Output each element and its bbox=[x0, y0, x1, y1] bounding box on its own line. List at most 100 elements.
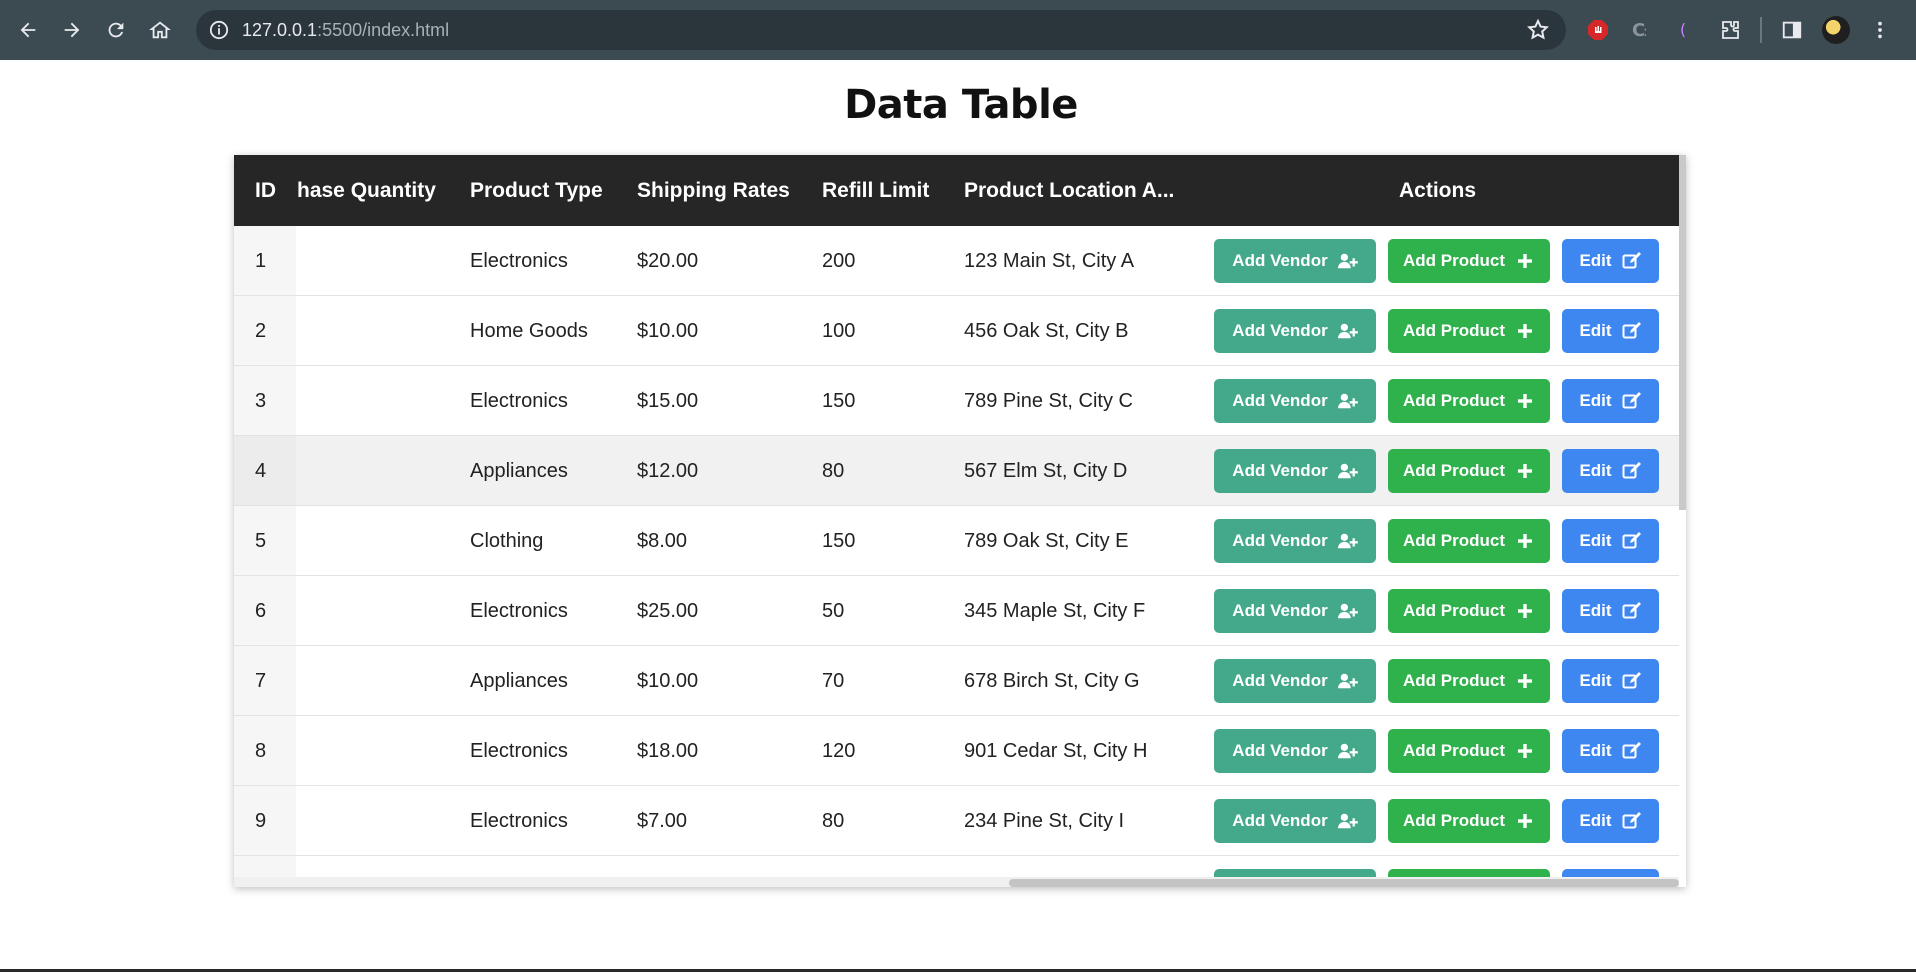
add-product-button[interactable]: Add Product bbox=[1388, 519, 1550, 563]
edit-icon bbox=[1622, 462, 1641, 479]
cell-refill-limit: 150 bbox=[822, 530, 856, 552]
add-vendor-label: Add Vendor bbox=[1232, 741, 1328, 760]
plus-icon bbox=[1518, 254, 1532, 268]
column-header-product-type[interactable]: Product Type bbox=[470, 155, 603, 226]
edit-label: Edit bbox=[1579, 391, 1612, 410]
add-vendor-button[interactable]: Add Vendor bbox=[1214, 799, 1376, 843]
column-header-refill-limit[interactable]: Refill Limit bbox=[822, 155, 929, 226]
user-plus-icon bbox=[1337, 393, 1358, 409]
table-row: 1 Electronics $20.00 200 123 Main St, City A… bbox=[234, 226, 1679, 296]
add-vendor-button[interactable]: Add Vendor bbox=[1214, 729, 1376, 773]
edit-button[interactable]: Edit bbox=[1562, 729, 1659, 773]
add-vendor-button[interactable]: Add Vendor bbox=[1214, 449, 1376, 493]
add-product-button[interactable]: Add Product bbox=[1388, 449, 1550, 493]
edit-button[interactable]: Edit bbox=[1562, 659, 1659, 703]
add-product-button[interactable]: Add Product bbox=[1388, 239, 1550, 283]
cell-shipping-rate: $12.00 bbox=[637, 460, 699, 482]
adblock-extension-icon[interactable] bbox=[1580, 12, 1616, 48]
cell-product-location: 789 Oak St, City E bbox=[964, 530, 1129, 552]
add-product-label: Add Product bbox=[1403, 461, 1505, 480]
edit-button[interactable]: Edit bbox=[1562, 519, 1659, 563]
add-vendor-button[interactable]: Add Vendor bbox=[1214, 589, 1376, 633]
column-header-product-location[interactable]: Product Location A... bbox=[964, 155, 1174, 226]
edit-button[interactable]: Edit bbox=[1562, 309, 1659, 353]
back-button[interactable] bbox=[6, 8, 50, 52]
cell-shipping-rate: $25.00 bbox=[637, 600, 699, 622]
extensions-area: C: ( ) bbox=[1580, 0, 1898, 60]
add-vendor-label: Add Vendor bbox=[1232, 531, 1328, 550]
cell-shipping-rate: $15.00 bbox=[637, 390, 699, 412]
cell-shipping-rate: $18.00 bbox=[637, 740, 699, 762]
bracket-extension-icon[interactable]: ( ) bbox=[1668, 12, 1704, 48]
add-vendor-button[interactable]: Add Vendor bbox=[1214, 659, 1376, 703]
site-info-icon[interactable] bbox=[208, 19, 230, 41]
cell-id: 2 bbox=[255, 320, 267, 342]
plus-icon bbox=[1518, 604, 1532, 618]
profile-avatar[interactable] bbox=[1818, 12, 1854, 48]
plus-icon bbox=[1518, 324, 1532, 338]
add-product-button[interactable]: Add Product bbox=[1388, 379, 1550, 423]
cell-id: 1 bbox=[255, 250, 267, 272]
cell-product-location: 901 Cedar St, City H bbox=[964, 740, 1148, 762]
bookmark-star-icon[interactable] bbox=[1526, 18, 1550, 42]
edit-button[interactable]: Edit bbox=[1562, 239, 1659, 283]
edit-icon bbox=[1622, 532, 1641, 549]
add-vendor-label: Add Vendor bbox=[1232, 391, 1328, 410]
reload-button[interactable] bbox=[94, 8, 138, 52]
cell-id: 3 bbox=[255, 390, 267, 412]
edit-button[interactable]: Edit bbox=[1562, 449, 1659, 493]
table-row: 8 Electronics $18.00 120 901 Cedar St, City … bbox=[234, 716, 1679, 786]
user-plus-icon bbox=[1337, 253, 1358, 269]
add-vendor-button[interactable]: Add Vendor bbox=[1214, 239, 1376, 283]
horizontal-scrollbar-thumb[interactable] bbox=[1009, 879, 1679, 887]
edit-label: Edit bbox=[1579, 601, 1612, 620]
add-vendor-button[interactable]: Add Vendor bbox=[1214, 519, 1376, 563]
edit-label: Edit bbox=[1579, 671, 1612, 690]
cell-product-location: 456 Oak St, City B bbox=[964, 320, 1129, 342]
user-plus-icon bbox=[1337, 743, 1358, 759]
cell-product-location: 234 Pine St, City I bbox=[964, 810, 1125, 832]
table-row: 6 Electronics $25.00 50 345 Maple St, City F… bbox=[234, 576, 1679, 646]
edit-icon bbox=[1622, 322, 1641, 339]
edit-label: Edit bbox=[1579, 741, 1612, 760]
svg-text::: : bbox=[1643, 24, 1648, 40]
cell-product-type: Electronics bbox=[470, 810, 568, 832]
add-vendor-button[interactable]: Add Vendor bbox=[1214, 379, 1376, 423]
add-vendor-label: Add Vendor bbox=[1232, 251, 1328, 270]
column-header-shipping-rates[interactable]: Shipping Rates bbox=[637, 155, 790, 226]
address-bar[interactable]: 127.0.0.1:5500/index.html bbox=[196, 10, 1566, 50]
add-product-button[interactable]: Add Product bbox=[1388, 309, 1550, 353]
cell-id: 9 bbox=[255, 810, 267, 832]
add-product-label: Add Product bbox=[1403, 601, 1505, 620]
user-plus-icon bbox=[1337, 813, 1358, 829]
add-product-label: Add Product bbox=[1403, 811, 1505, 830]
svg-text:( ): ( ) bbox=[1678, 20, 1698, 39]
forward-button[interactable] bbox=[50, 8, 94, 52]
edit-button[interactable]: Edit bbox=[1562, 799, 1659, 843]
add-product-button[interactable]: Add Product bbox=[1388, 799, 1550, 843]
add-product-button[interactable]: Add Product bbox=[1388, 589, 1550, 633]
edit-button[interactable]: Edit bbox=[1562, 589, 1659, 633]
side-panel-icon[interactable] bbox=[1774, 12, 1810, 48]
table-row: 9 Electronics $7.00 80 234 Pine St, City I Ad… bbox=[234, 786, 1679, 856]
cell-shipping-rate: $10.00 bbox=[637, 670, 699, 692]
cell-refill-limit: 200 bbox=[822, 250, 856, 272]
cell-product-location: 567 Elm St, City D bbox=[964, 460, 1128, 482]
column-header-id[interactable]: ID bbox=[255, 155, 276, 226]
browser-toolbar: 127.0.0.1:5500/index.html C: ( ) bbox=[0, 0, 1916, 60]
table-row: 2 Home Goods $10.00 100 456 Oak St, City B Ad… bbox=[234, 296, 1679, 366]
add-product-button[interactable]: Add Product bbox=[1388, 659, 1550, 703]
cell-product-type: Clothing bbox=[470, 530, 544, 552]
edit-label: Edit bbox=[1579, 321, 1612, 340]
home-button[interactable] bbox=[138, 8, 182, 52]
puzzle-extensions-icon[interactable] bbox=[1712, 12, 1748, 48]
add-product-button[interactable]: Add Product bbox=[1388, 729, 1550, 773]
vertical-scrollbar[interactable] bbox=[1679, 155, 1686, 510]
add-vendor-button[interactable]: Add Vendor bbox=[1214, 309, 1376, 353]
menu-kebab-icon[interactable] bbox=[1862, 12, 1898, 48]
cell-id: 4 bbox=[255, 460, 267, 482]
code-extension-icon[interactable]: C: bbox=[1624, 12, 1660, 48]
edit-button[interactable]: Edit bbox=[1562, 379, 1659, 423]
column-header-purchase-quantity[interactable]: hase Quantity bbox=[297, 155, 436, 226]
user-plus-icon bbox=[1337, 323, 1358, 339]
